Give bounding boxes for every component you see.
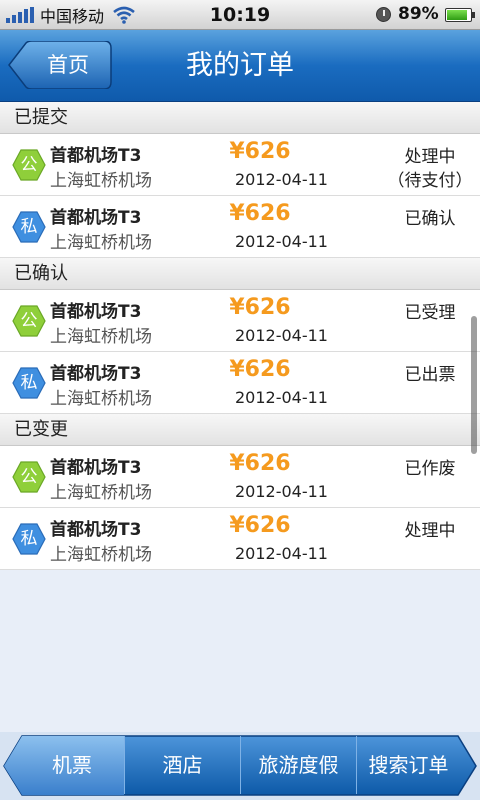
order-price: ¥626 xyxy=(229,295,291,320)
section-header: 已提交 xyxy=(0,102,480,134)
order-date: 2012-04-11 xyxy=(235,482,328,501)
tab-air-tickets[interactable]: 机票 xyxy=(20,735,124,795)
section-header: 已变更 xyxy=(0,414,480,446)
public-order-badge: 公 xyxy=(12,460,46,494)
order-list: 已提交公首都机场T3 上海虹桥机场 ¥626 2012-04-11 处理中 （待支付）私首… xyxy=(0,102,480,732)
home-back-label: 首页 xyxy=(47,53,89,77)
order-type-label: 公 xyxy=(20,467,38,487)
order-status: 处理中 xyxy=(404,521,456,541)
order-date: 2012-04-11 xyxy=(235,326,328,345)
bottom-tab-bar: 机票 酒店 旅游度假 搜索订单 xyxy=(0,732,480,800)
order-type-label: 私 xyxy=(20,529,38,549)
order-date: 2012-04-11 xyxy=(235,388,328,407)
arrival-location: 上海虹桥机场 xyxy=(50,327,152,347)
order-price: ¥626 xyxy=(229,139,291,164)
order-date: 2012-04-11 xyxy=(235,232,328,251)
order-date: 2012-04-11 xyxy=(235,170,328,189)
status-bar: 中国移动 10:19 89% xyxy=(0,0,480,30)
order-price: ¥626 xyxy=(229,201,291,226)
arrival-location: 上海虹桥机场 xyxy=(50,545,152,565)
arrival-location: 上海虹桥机场 xyxy=(50,233,152,253)
order-price: ¥626 xyxy=(229,357,291,382)
order-row[interactable]: 私首都机场T3 上海虹桥机场 ¥626 2012-04-11 处理中 xyxy=(0,508,480,570)
arrival-location: 上海虹桥机场 xyxy=(50,483,152,503)
order-type-label: 公 xyxy=(20,155,38,175)
departure-location: 首都机场T3 xyxy=(50,520,142,540)
order-date: 2012-04-11 xyxy=(235,544,328,563)
private-order-badge: 私 xyxy=(12,210,46,244)
order-status: 已受理 xyxy=(404,303,456,323)
tab-vacation[interactable]: 旅游度假 xyxy=(241,735,356,795)
order-row[interactable]: 公首都机场T3 上海虹桥机场 ¥626 2012-04-11 已作废 xyxy=(0,446,480,508)
departure-location: 首都机场T3 xyxy=(50,458,142,478)
departure-location: 首都机场T3 xyxy=(50,302,142,322)
departure-location: 首都机场T3 xyxy=(50,146,142,166)
order-type-label: 私 xyxy=(20,217,38,237)
departure-location: 首都机场T3 xyxy=(50,364,142,384)
order-row[interactable]: 私首都机场T3 上海虹桥机场 ¥626 2012-04-11 已确认 xyxy=(0,196,480,258)
scrollbar[interactable] xyxy=(471,316,477,454)
home-back-button[interactable]: 首页 xyxy=(8,41,112,89)
alarm-clock-icon xyxy=(376,7,391,22)
order-price: ¥626 xyxy=(229,513,291,538)
order-type-label: 公 xyxy=(20,311,38,331)
public-order-badge: 公 xyxy=(12,148,46,182)
tab-hotels[interactable]: 酒店 xyxy=(125,735,240,795)
order-substatus: （待支付） xyxy=(387,171,473,191)
order-status: 已出票 xyxy=(404,365,456,385)
public-order-badge: 公 xyxy=(12,304,46,338)
order-row[interactable]: 公首都机场T3 上海虹桥机场 ¥626 2012-04-11 已受理 xyxy=(0,290,480,352)
departure-location: 首都机场T3 xyxy=(50,208,142,228)
arrival-location: 上海虹桥机场 xyxy=(50,171,152,191)
order-status: 已作废 xyxy=(404,459,456,479)
wifi-icon xyxy=(113,6,135,24)
order-status: 处理中 xyxy=(404,147,456,167)
order-row[interactable]: 公首都机场T3 上海虹桥机场 ¥626 2012-04-11 处理中 （待支付） xyxy=(0,134,480,196)
battery-percentage: 89% xyxy=(398,4,439,24)
battery-icon xyxy=(445,8,475,22)
order-price: ¥626 xyxy=(229,451,291,476)
tab-search-orders[interactable]: 搜索订单 xyxy=(357,735,460,795)
order-type-label: 私 xyxy=(20,373,38,393)
private-order-badge: 私 xyxy=(12,366,46,400)
private-order-badge: 私 xyxy=(12,522,46,556)
arrival-location: 上海虹桥机场 xyxy=(50,389,152,409)
order-row[interactable]: 私首都机场T3 上海虹桥机场 ¥626 2012-04-11 已出票 xyxy=(0,352,480,414)
signal-strength-icon xyxy=(6,6,34,23)
navigation-bar: 首页 我的订单 xyxy=(0,30,480,102)
section-header: 已确认 xyxy=(0,258,480,290)
order-status: 已确认 xyxy=(404,209,456,229)
carrier-name: 中国移动 xyxy=(40,6,105,26)
